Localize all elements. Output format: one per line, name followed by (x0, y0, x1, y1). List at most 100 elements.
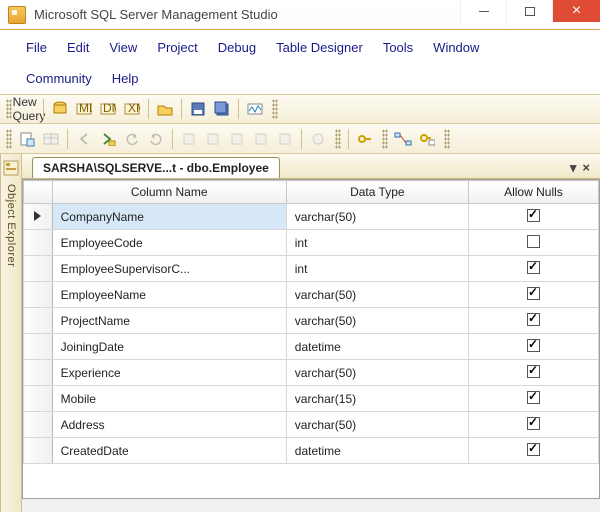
open-file-icon[interactable] (154, 98, 176, 120)
document-tab[interactable]: SARSHA\SQLSERVE...t - dbo.Employee (32, 157, 280, 178)
menu-edit[interactable]: Edit (57, 36, 99, 59)
menu-help[interactable]: Help (102, 67, 149, 90)
cell-data-type[interactable]: datetime (286, 438, 468, 464)
cell-allow-nulls[interactable] (468, 282, 598, 308)
set-primary-key-icon[interactable] (354, 128, 376, 150)
allow-nulls-checkbox[interactable] (527, 313, 540, 326)
table-row[interactable]: Addressvarchar(50) (24, 412, 599, 438)
cell-data-type[interactable]: varchar(50) (286, 412, 468, 438)
header-data-type[interactable]: Data Type (286, 181, 468, 204)
xmla-query-icon[interactable]: XM (121, 98, 143, 120)
row-selector[interactable] (24, 438, 53, 464)
redo-icon[interactable] (145, 128, 167, 150)
tab-close-icon[interactable]: × (582, 160, 590, 176)
relationships-icon[interactable] (392, 128, 414, 150)
toolbar-grip[interactable] (6, 99, 12, 119)
table-row[interactable]: Experiencevarchar(50) (24, 360, 599, 386)
menu-community[interactable]: Community (16, 67, 102, 90)
cell-data-type[interactable]: int (286, 230, 468, 256)
tool-icon[interactable] (250, 128, 272, 150)
cell-allow-nulls[interactable] (468, 334, 598, 360)
tool-icon[interactable] (307, 128, 329, 150)
cell-column-name[interactable]: CreatedDate (52, 438, 286, 464)
nav-back-icon[interactable] (73, 128, 95, 150)
allow-nulls-checkbox[interactable] (527, 235, 540, 248)
row-selector[interactable] (24, 256, 53, 282)
table-row[interactable]: JoiningDatedatetime (24, 334, 599, 360)
cell-column-name[interactable]: JoiningDate (52, 334, 286, 360)
toolbar-grip[interactable] (382, 129, 388, 149)
row-selector[interactable] (24, 308, 53, 334)
cell-allow-nulls[interactable] (468, 412, 598, 438)
cell-column-name[interactable]: CompanyName (52, 204, 286, 230)
minimize-button[interactable] (460, 0, 506, 22)
cell-data-type[interactable]: varchar(50) (286, 308, 468, 334)
cell-allow-nulls[interactable] (468, 256, 598, 282)
cell-column-name[interactable]: Mobile (52, 386, 286, 412)
table-row[interactable]: Mobilevarchar(15) (24, 386, 599, 412)
allow-nulls-checkbox[interactable] (527, 209, 540, 222)
row-selector[interactable] (24, 334, 53, 360)
cell-column-name[interactable]: ProjectName (52, 308, 286, 334)
save-icon[interactable] (187, 98, 209, 120)
cell-column-name[interactable]: EmployeeSupervisorC... (52, 256, 286, 282)
toolbar-grip[interactable] (444, 129, 450, 149)
cell-allow-nulls[interactable] (468, 230, 598, 256)
generate-script-icon[interactable] (16, 128, 38, 150)
maximize-button[interactable] (506, 0, 552, 22)
activity-monitor-icon[interactable] (244, 98, 266, 120)
allow-nulls-checkbox[interactable] (527, 365, 540, 378)
menu-window[interactable]: Window (423, 36, 489, 59)
row-selector[interactable] (24, 386, 53, 412)
table-designer-grid[interactable]: Column Name Data Type Allow Nulls Compan… (22, 179, 600, 499)
table-row[interactable]: CompanyNamevarchar(50) (24, 204, 599, 230)
cell-column-name[interactable]: Experience (52, 360, 286, 386)
allow-nulls-checkbox[interactable] (527, 443, 540, 456)
menu-file[interactable]: File (16, 36, 57, 59)
cell-column-name[interactable]: Address (52, 412, 286, 438)
save-all-icon[interactable] (211, 98, 233, 120)
tool-icon[interactable] (226, 128, 248, 150)
row-selector[interactable] (24, 282, 53, 308)
cell-allow-nulls[interactable] (468, 438, 598, 464)
menu-tools[interactable]: Tools (373, 36, 423, 59)
row-selector[interactable] (24, 412, 53, 438)
cell-data-type[interactable]: varchar(15) (286, 386, 468, 412)
cell-allow-nulls[interactable] (468, 204, 598, 230)
allow-nulls-checkbox[interactable] (527, 287, 540, 300)
menu-debug[interactable]: Debug (208, 36, 266, 59)
row-selector[interactable] (24, 230, 53, 256)
table-row[interactable]: EmployeeSupervisorC...int (24, 256, 599, 282)
new-query-button[interactable]: New Query (16, 98, 38, 120)
row-selector[interactable] (24, 360, 53, 386)
object-explorer-panel[interactable]: Object Explorer (0, 154, 22, 512)
menu-project[interactable]: Project (147, 36, 207, 59)
mdx-query-icon[interactable]: MDX (73, 98, 95, 120)
close-button[interactable]: × (552, 0, 600, 22)
allow-nulls-checkbox[interactable] (527, 417, 540, 430)
cell-allow-nulls[interactable] (468, 308, 598, 334)
table-row[interactable]: EmployeeNamevarchar(50) (24, 282, 599, 308)
tool-icon[interactable] (202, 128, 224, 150)
allow-nulls-checkbox[interactable] (527, 339, 540, 352)
header-allow-nulls[interactable]: Allow Nulls (468, 181, 598, 204)
cell-data-type[interactable]: int (286, 256, 468, 282)
manage-indexes-icon[interactable] (416, 128, 438, 150)
cell-allow-nulls[interactable] (468, 386, 598, 412)
allow-nulls-checkbox[interactable] (527, 261, 540, 274)
cell-data-type[interactable]: varchar(50) (286, 282, 468, 308)
tool-icon[interactable] (274, 128, 296, 150)
cell-column-name[interactable]: EmployeeName (52, 282, 286, 308)
toolbar-grip[interactable] (272, 99, 278, 119)
toolbar-grip[interactable] (335, 129, 341, 149)
row-selector[interactable] (24, 204, 53, 230)
table-row[interactable]: ProjectNamevarchar(50) (24, 308, 599, 334)
cell-allow-nulls[interactable] (468, 360, 598, 386)
table-row[interactable]: CreatedDatedatetime (24, 438, 599, 464)
dmx-query-icon[interactable]: DMX (97, 98, 119, 120)
cell-data-type[interactable]: datetime (286, 334, 468, 360)
tab-dropdown-icon[interactable]: ▾ (570, 160, 577, 176)
cell-data-type[interactable]: varchar(50) (286, 204, 468, 230)
cell-data-type[interactable]: varchar(50) (286, 360, 468, 386)
toolbar-grip[interactable] (6, 129, 12, 149)
